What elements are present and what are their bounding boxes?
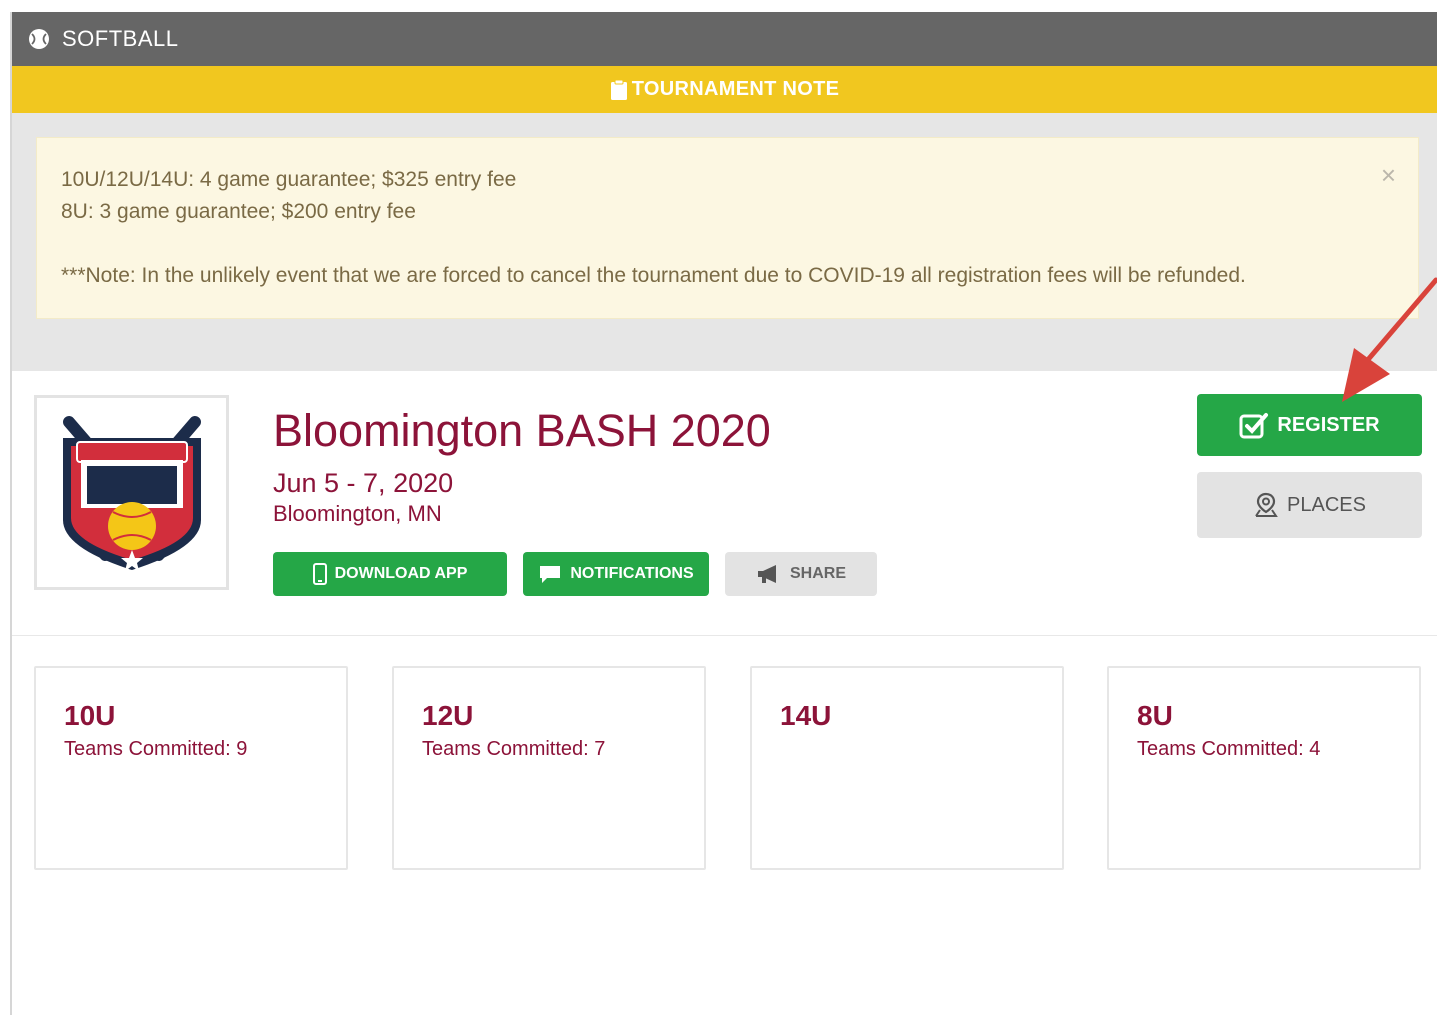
division-name: 12U — [422, 700, 474, 731]
checkbox-checked-icon — [1239, 413, 1269, 439]
sport-header: SOFTBALL — [12, 12, 1437, 66]
chat-bubble-icon — [540, 566, 561, 583]
notifications-button[interactable]: NOTIFICATIONS — [523, 552, 709, 596]
division-card-14u[interactable]: 14U — [750, 666, 1064, 870]
bloomington-bash-logo — [62, 415, 201, 571]
tournament-note-bar: TOURNAMENT NOTE — [12, 66, 1437, 113]
sport-label: SOFTBALL — [62, 26, 179, 51]
share-button[interactable]: SHARE — [725, 552, 877, 596]
divisions-list: 10U Teams Committed: 9 12U Teams Committ… — [12, 636, 1437, 1015]
close-icon[interactable]: × — [1381, 162, 1396, 188]
notifications-label: NOTIFICATIONS — [570, 565, 694, 582]
places-label: PLACES — [1287, 493, 1366, 516]
share-label: SHARE — [789, 565, 846, 582]
softball-icon — [28, 28, 50, 50]
download-app-button[interactable]: DOWNLOAD APP — [273, 552, 507, 596]
division-card-10u[interactable]: 10U Teams Committed: 9 — [34, 666, 348, 870]
division-teams-committed: Teams Committed: 7 — [422, 738, 606, 760]
division-name: 8U — [1137, 700, 1173, 731]
division-card-12u[interactable]: 12U Teams Committed: 7 — [392, 666, 706, 870]
event-header: Bloomington BASH 2020 Jun 5 - 7, 2020 Bl… — [12, 371, 1437, 636]
event-logo — [34, 395, 229, 590]
note-line-fees-8u: 8U: 3 game guarantee; $200 entry fee — [61, 200, 416, 223]
megaphone-icon — [757, 565, 776, 583]
division-name: 14U — [780, 700, 832, 731]
note-area: 10U/12U/14U: 4 game guarantee; $325 entr… — [12, 113, 1437, 371]
event-title: Bloomington BASH 2020 — [273, 405, 771, 456]
tournament-note-alert: 10U/12U/14U: 4 game guarantee; $325 entr… — [36, 137, 1419, 319]
annotation-arrow-icon — [1342, 277, 1437, 402]
page-frame: SOFTBALL TOURNAMENT NOTE 10U/12U/14U: 4 … — [10, 12, 1437, 1015]
mobile-phone-icon — [312, 563, 327, 585]
note-line-fees-older: 10U/12U/14U: 4 game guarantee; $325 entr… — [61, 168, 517, 191]
download-app-label: DOWNLOAD APP — [334, 565, 468, 582]
map-marker-icon — [1255, 492, 1278, 517]
event-dates: Jun 5 - 7, 2020 — [273, 468, 454, 498]
register-label: REGISTER — [1277, 413, 1380, 436]
note-line-covid: ***Note: In the unlikely event that we a… — [61, 264, 1246, 287]
clipboard-icon — [610, 79, 628, 101]
tournament-note-label: TOURNAMENT NOTE — [631, 78, 840, 100]
division-name: 10U — [64, 700, 116, 731]
places-button[interactable]: PLACES — [1197, 472, 1422, 538]
event-location: Bloomington, MN — [273, 501, 442, 526]
division-card-8u[interactable]: 8U Teams Committed: 4 — [1107, 666, 1421, 870]
division-teams-committed: Teams Committed: 4 — [1137, 738, 1321, 760]
division-teams-committed: Teams Committed: 9 — [64, 738, 248, 760]
